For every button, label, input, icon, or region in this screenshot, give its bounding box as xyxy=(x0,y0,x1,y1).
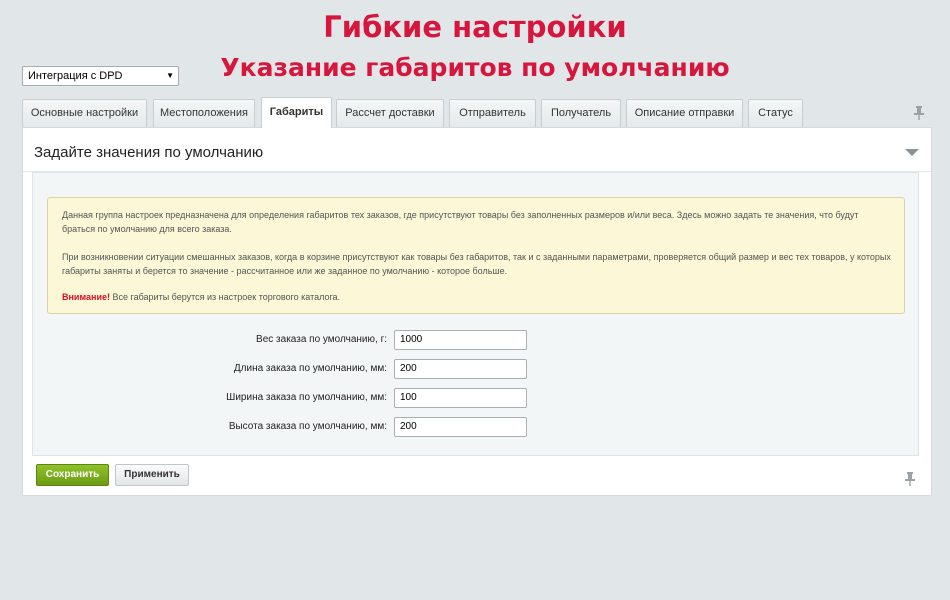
dropdown-arrow-icon: ▼ xyxy=(166,71,174,80)
pin-icon[interactable] xyxy=(914,106,924,120)
weight-input[interactable]: 1000 xyxy=(394,330,527,350)
height-label: Высота заказа по умолчанию, мм: xyxy=(228,421,387,432)
tab-label: Габариты xyxy=(269,106,324,118)
banner-title: Гибкие настройки xyxy=(323,10,627,44)
tab-basic-settings[interactable]: Основные настройки xyxy=(22,99,147,127)
tab-label: Отправитель xyxy=(459,107,526,119)
tab-dimensions[interactable]: Габариты xyxy=(261,97,332,128)
tab-recipient[interactable]: Получатель xyxy=(541,99,621,127)
panel-title: Задайте значения по умолчанию xyxy=(34,144,264,161)
warning-label: Внимание! xyxy=(62,292,110,302)
tab-locations[interactable]: Местоположения xyxy=(153,99,255,127)
warning-text: Все габариты берутся из настроек торгово… xyxy=(109,292,341,302)
tab-sender[interactable]: Отправитель xyxy=(449,99,536,127)
tab-label: Рассчет доставки xyxy=(345,107,435,119)
site-select[interactable]: Интеграция с DPD ▼ xyxy=(22,66,179,86)
tab-label: Получатель xyxy=(550,107,612,119)
settings-panel: Задайте значения по умолчанию Данная гру… xyxy=(22,127,932,496)
width-row: Ширина заказа по умолчанию, мм: 100 xyxy=(33,388,920,408)
info-note: Данная группа настроек предназначена для… xyxy=(47,197,905,314)
settings-section: Данная группа настроек предназначена для… xyxy=(32,172,919,456)
site-select-value: Интеграция с DPD xyxy=(28,70,123,82)
height-row: Высота заказа по умолчанию, мм: 200 xyxy=(33,417,920,437)
weight-label: Вес заказа по умолчанию, г: xyxy=(256,334,387,345)
note-warning: Внимание! Все габариты берутся из настро… xyxy=(62,290,894,304)
save-button[interactable]: Сохранить xyxy=(36,464,109,486)
tab-shipment-description[interactable]: Описание отправки xyxy=(626,99,743,127)
height-input[interactable]: 200 xyxy=(394,417,527,437)
tab-label: Основные настройки xyxy=(30,107,139,119)
tab-label: Описание отправки xyxy=(634,107,735,119)
tab-status[interactable]: Статус xyxy=(748,99,803,127)
note-paragraph: Данная группа настроек предназначена для… xyxy=(62,210,859,234)
tab-delivery-calc[interactable]: Рассчет доставки xyxy=(336,99,444,127)
tab-label: Статус xyxy=(758,107,793,119)
width-label: Ширина заказа по умолчанию, мм: xyxy=(226,392,387,403)
length-row: Длина заказа по умолчанию, мм: 200 xyxy=(33,359,920,379)
tab-label: Местоположения xyxy=(160,107,248,119)
length-input[interactable]: 200 xyxy=(394,359,527,379)
length-label: Длина заказа по умолчанию, мм: xyxy=(233,363,387,374)
pin-icon[interactable] xyxy=(905,472,915,486)
width-input[interactable]: 100 xyxy=(394,388,527,408)
collapse-arrow-icon[interactable] xyxy=(905,149,919,156)
weight-row: Вес заказа по умолчанию, г: 1000 xyxy=(33,330,920,350)
apply-button[interactable]: Применить xyxy=(115,464,189,486)
note-paragraph: При возникновении ситуации смешанных зак… xyxy=(62,252,891,276)
